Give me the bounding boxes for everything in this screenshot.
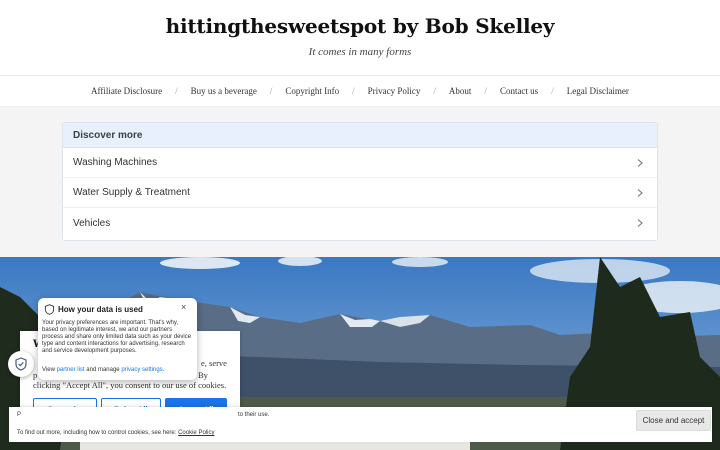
popover-links-suffix: . <box>162 367 165 373</box>
popover-links-prefix: View <box>42 367 55 373</box>
cookie-policy-link[interactable]: Cookie Policy <box>178 430 214 436</box>
discover-more-panel: Discover more Washing Machines Water Sup… <box>62 122 658 241</box>
discover-item-label: Vehicles <box>73 217 111 229</box>
shield-check-icon <box>15 357 27 371</box>
nav-separator: / <box>551 86 554 96</box>
popover-body: Your privacy preferences are important. … <box>42 320 192 355</box>
cookie-notice-more-text: To find out more, including how to contr… <box>17 430 177 436</box>
nav-item-buy-beverage[interactable]: Buy us a beverage <box>191 86 257 96</box>
discover-item-label: Washing Machines <box>73 157 158 168</box>
nav-item-affiliate-disclosure[interactable]: Affiliate Disclosure <box>91 86 162 96</box>
cookie-notice-more: To find out more, including how to contr… <box>17 430 214 436</box>
discover-item-washing-machines[interactable]: Washing Machines <box>63 148 657 178</box>
site-header: hittingthesweetspot by Bob Skelley It co… <box>0 0 720 76</box>
nav-separator: / <box>433 86 436 96</box>
discover-item-label: Water Supply & Treatment <box>73 187 190 198</box>
chevron-right-icon <box>637 158 643 167</box>
main-nav: Affiliate Disclosure / Buy us a beverage… <box>0 76 720 107</box>
nav-item-about[interactable]: About <box>449 86 472 96</box>
close-icon[interactable]: × <box>181 302 186 312</box>
consent-dialog-text-fragment: p <box>33 370 38 380</box>
popover-links-middle: and manage <box>86 367 120 373</box>
consent-dialog-text: clicking "Accept All", you consent to ou… <box>33 380 227 390</box>
nav-separator: / <box>352 86 355 96</box>
nav-separator: / <box>484 86 487 96</box>
site-tagline: It comes in many forms <box>308 46 412 58</box>
nav-item-contact-us[interactable]: Contact us <box>500 86 538 96</box>
shield-icon <box>44 304 55 315</box>
popover-title: How your data is used <box>58 305 143 314</box>
nav-item-legal-disclaimer[interactable]: Legal Disclaimer <box>567 86 629 96</box>
nav-item-privacy-policy[interactable]: Privacy Policy <box>368 86 421 96</box>
partner-list-link[interactable]: partner list <box>57 367 85 373</box>
nav-item-copyright-info[interactable]: Copyright Info <box>285 86 339 96</box>
discover-more-heading: Discover more <box>63 123 657 148</box>
consent-dialog-text-fragment: e, serve <box>201 358 227 368</box>
cookie-notice-fragment: P <box>17 412 22 418</box>
chevron-right-icon <box>637 188 643 197</box>
privacy-settings-button[interactable] <box>8 351 34 377</box>
cookie-notice-bar: P to their use. To find out more, includ… <box>9 407 712 442</box>
close-and-accept-button[interactable]: Close and accept <box>636 410 711 431</box>
data-usage-popover: How your data is used × Your privacy pre… <box>38 298 197 380</box>
consent-dialog-text-fragment: By <box>198 370 208 380</box>
popover-links: View partner list and manage privacy set… <box>42 367 192 373</box>
discover-item-vehicles[interactable]: Vehicles <box>63 208 657 238</box>
cookie-notice-text: to their use. <box>238 412 270 418</box>
site-title[interactable]: hittingthesweetspot by Bob Skelley <box>0 14 720 38</box>
discover-item-water-supply[interactable]: Water Supply & Treatment <box>63 178 657 208</box>
nav-separator: / <box>175 86 178 96</box>
privacy-settings-link[interactable]: privacy settings <box>121 367 162 373</box>
chevron-right-icon <box>637 219 643 227</box>
nav-separator: / <box>269 86 273 96</box>
